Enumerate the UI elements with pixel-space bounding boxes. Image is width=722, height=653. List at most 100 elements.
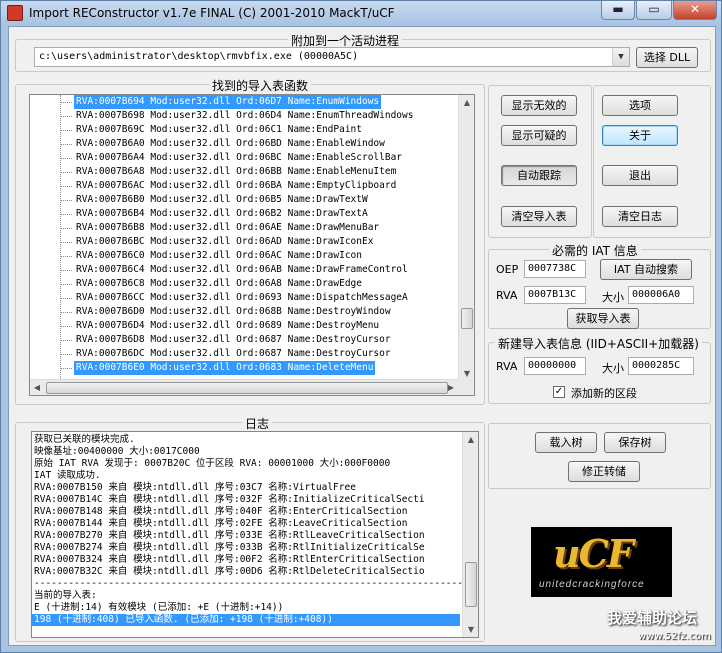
- tree-connector: [60, 158, 72, 159]
- tree-row-label: RVA:0007B6B4 Mod:user32.dll Ord:06B2 Nam…: [76, 208, 368, 219]
- show-suspect-button[interactable]: 显示可疑的: [501, 125, 577, 146]
- ucf-logo: uCF unitedcrackingforce: [531, 527, 672, 597]
- fix-dump-button[interactable]: 修正转储: [568, 461, 640, 482]
- scroll-down-icon[interactable]: ▼: [464, 622, 478, 637]
- load-tree-button[interactable]: 载入树: [535, 432, 597, 453]
- tree-connector: [60, 368, 72, 369]
- tree-connector: [60, 228, 72, 229]
- log-line: RVA:0007B14C 来自 模块:ntdll.dll 序号:032F 名称:…: [34, 494, 425, 505]
- chevron-down-icon[interactable]: ▼: [612, 48, 629, 66]
- tree-row-label: RVA:0007B6C0 Mod:user32.dll Ord:06AC Nam…: [76, 250, 362, 261]
- maximize-button[interactable]: ▭: [636, 1, 672, 20]
- logo-mark: uCF: [553, 531, 634, 576]
- log-line: RVA:0007B270 来自 模块:ntdll.dll 序号:033E 名称:…: [34, 530, 425, 541]
- tree-row-label: RVA:0007B6D8 Mod:user32.dll Ord:0687 Nam…: [76, 334, 391, 345]
- log-line: RVA:0007B148 来自 模块:ntdll.dll 序号:040F 名称:…: [34, 506, 408, 517]
- tree-row-label: RVA:0007B6B0 Mod:user32.dll Ord:06B5 Nam…: [76, 194, 368, 205]
- clear-imports-button[interactable]: 清空导入表: [501, 206, 577, 227]
- process-select-value: c:\users\administrator\desktop\rmvbfix.e…: [39, 51, 359, 62]
- tree-connector: [60, 256, 72, 257]
- tree-row-label: RVA:0007B6A4 Mod:user32.dll Ord:06BC Nam…: [76, 152, 403, 163]
- new-rva-field[interactable]: 00000000: [524, 357, 586, 375]
- tree-hscroll-thumb[interactable]: [46, 382, 448, 394]
- log-line: RVA:0007B144 来自 模块:ntdll.dll 序号:02FE 名称:…: [34, 518, 408, 529]
- add-section-label: 添加新的区段: [571, 387, 637, 400]
- new-rva-label: RVA: [496, 360, 518, 373]
- options-button[interactable]: 选项: [602, 95, 678, 116]
- tree-row-label: RVA:0007B6AC Mod:user32.dll Ord:06BA Nam…: [76, 180, 397, 191]
- tree-connector: [60, 326, 72, 327]
- title-bar[interactable]: Import REConstructor v1.7e FINAL (C) 200…: [1, 1, 721, 25]
- scroll-up-icon[interactable]: ▲: [460, 95, 474, 110]
- log-vscrollbar[interactable]: ▲ ▼: [462, 432, 478, 637]
- log-line: 198 (十进制:408) 已导入函数. (已添加: +198 (十进制:+40…: [32, 614, 460, 626]
- log-line: RVA:0007B324 来自 模块:ntdll.dll 序号:00F2 名称:…: [34, 554, 425, 565]
- tree-connector: [60, 312, 72, 313]
- tree-row-label: RVA:0007B698 Mod:user32.dll Ord:06D4 Nam…: [76, 110, 414, 121]
- tree-row-label: RVA:0007B6C8 Mod:user32.dll Ord:06A8 Nam…: [76, 278, 362, 289]
- select-dll-button[interactable]: 选择 DLL: [636, 47, 698, 68]
- window-title: Import REConstructor v1.7e FINAL (C) 200…: [29, 6, 395, 20]
- tree-row-label: RVA:0007B6C4 Mod:user32.dll Ord:06AB Nam…: [76, 264, 408, 275]
- oep-label: OEP: [496, 263, 519, 276]
- log-list[interactable]: 获取已关联的模块完成. 映像基址:00400000 大小:0017C000 原始 I…: [31, 431, 479, 638]
- oep-field[interactable]: 0007738C: [524, 260, 586, 278]
- tree-row-label: RVA:0007B69C Mod:user32.dll Ord:06C1 Nam…: [76, 124, 362, 135]
- iat-group-label: 必需的 IAT 信息: [549, 242, 641, 259]
- new-size-field[interactable]: 0000285C: [628, 357, 694, 375]
- tree-vscroll-thumb[interactable]: [461, 308, 473, 329]
- log-line: RVA:0007B32C 来自 模块:ntdll.dll 序号:00D6 名称:…: [34, 566, 425, 577]
- logo-caption: unitedcrackingforce: [539, 579, 645, 590]
- new-size-label: 大小: [602, 362, 624, 375]
- tree-row-label: RVA:0007B6A0 Mod:user32.dll Ord:06BD Nam…: [76, 138, 385, 149]
- tree-connector: [60, 270, 72, 271]
- exit-button[interactable]: 退出: [602, 165, 678, 186]
- tree-connector: [60, 354, 72, 355]
- tree-row-label: RVA:0007B6BC Mod:user32.dll Ord:06AD Nam…: [76, 236, 374, 247]
- iat-rva-field[interactable]: 0007B13C: [524, 286, 586, 304]
- log-vscroll-thumb[interactable]: [465, 562, 477, 607]
- clear-log-button[interactable]: 清空日志: [602, 206, 678, 227]
- scroll-corner: [458, 379, 474, 395]
- imports-tree[interactable]: RVA:0007B694 Mod:user32.dll Ord:06D7 Nam…: [29, 94, 475, 396]
- tree-row-label: RVA:0007B6A8 Mod:user32.dll Ord:06BB Nam…: [76, 166, 397, 177]
- about-button[interactable]: 关于: [602, 125, 678, 146]
- auto-trace-button[interactable]: 自动跟踪: [501, 165, 577, 186]
- new-import-group-label: 新建导入表信息 (IID+ASCII+加载器): [495, 335, 702, 352]
- log-group-label: 日志: [242, 415, 273, 432]
- tree-hscrollbar[interactable]: ◀ ▶: [30, 379, 460, 395]
- get-imports-button[interactable]: 获取导入表: [567, 308, 639, 329]
- log-line: 获取已关联的模块完成.: [34, 434, 135, 445]
- scroll-up-icon[interactable]: ▲: [464, 432, 478, 447]
- tree-connector: [60, 130, 72, 131]
- iat-size-field[interactable]: 000006A0: [628, 286, 694, 304]
- show-invalid-button[interactable]: 显示无效的: [501, 95, 577, 116]
- tree-row-label: RVA:0007B6CC Mod:user32.dll Ord:0693 Nam…: [76, 292, 408, 303]
- watermark-url: www.52fz.com: [638, 631, 711, 642]
- log-line: 原始 IAT RVA 发现于: 0007B20C 位于区段 RVA: 00001…: [34, 458, 391, 469]
- tree-row-label: RVA:0007B6E0 Mod:user32.dll Ord:0683 Nam…: [74, 361, 376, 375]
- process-select[interactable]: c:\users\administrator\desktop\rmvbfix.e…: [34, 47, 630, 67]
- tree-rows: RVA:0007B694 Mod:user32.dll Ord:06D7 Nam…: [30, 95, 460, 381]
- close-button[interactable]: ✕: [673, 1, 717, 20]
- scroll-right-icon[interactable]: ▶: [444, 380, 458, 395]
- tree-vscrollbar[interactable]: ▲ ▼: [458, 95, 474, 381]
- save-tree-button[interactable]: 保存树: [604, 432, 666, 453]
- iat-autosearch-button[interactable]: IAT 自动搜索: [600, 259, 692, 280]
- main-window: Import REConstructor v1.7e FINAL (C) 200…: [0, 0, 722, 653]
- size-label: 大小: [602, 291, 624, 304]
- tree-row-label: RVA:0007B6D4 Mod:user32.dll Ord:0689 Nam…: [76, 320, 380, 331]
- rva-label: RVA: [496, 289, 518, 302]
- tree-connector: [60, 340, 72, 341]
- tree-connector: [60, 242, 72, 243]
- log-line: 映像基址:00400000 大小:0017C000: [34, 446, 200, 457]
- minimize-button[interactable]: ▬: [601, 1, 635, 20]
- add-section-checkbox[interactable]: ✓: [553, 386, 565, 398]
- tree-connector: [60, 200, 72, 201]
- scroll-left-icon[interactable]: ◀: [30, 380, 44, 395]
- tree-row-label: RVA:0007B6B8 Mod:user32.dll Ord:06AE Nam…: [76, 222, 380, 233]
- tree-row-label: RVA:0007B6D0 Mod:user32.dll Ord:068B Nam…: [76, 306, 391, 317]
- tree-connector: [60, 284, 72, 285]
- log-line: ----------------------------------------…: [34, 578, 479, 589]
- log-line: RVA:0007B150 来自 模块:ntdll.dll 序号:03C7 名称:…: [34, 482, 356, 493]
